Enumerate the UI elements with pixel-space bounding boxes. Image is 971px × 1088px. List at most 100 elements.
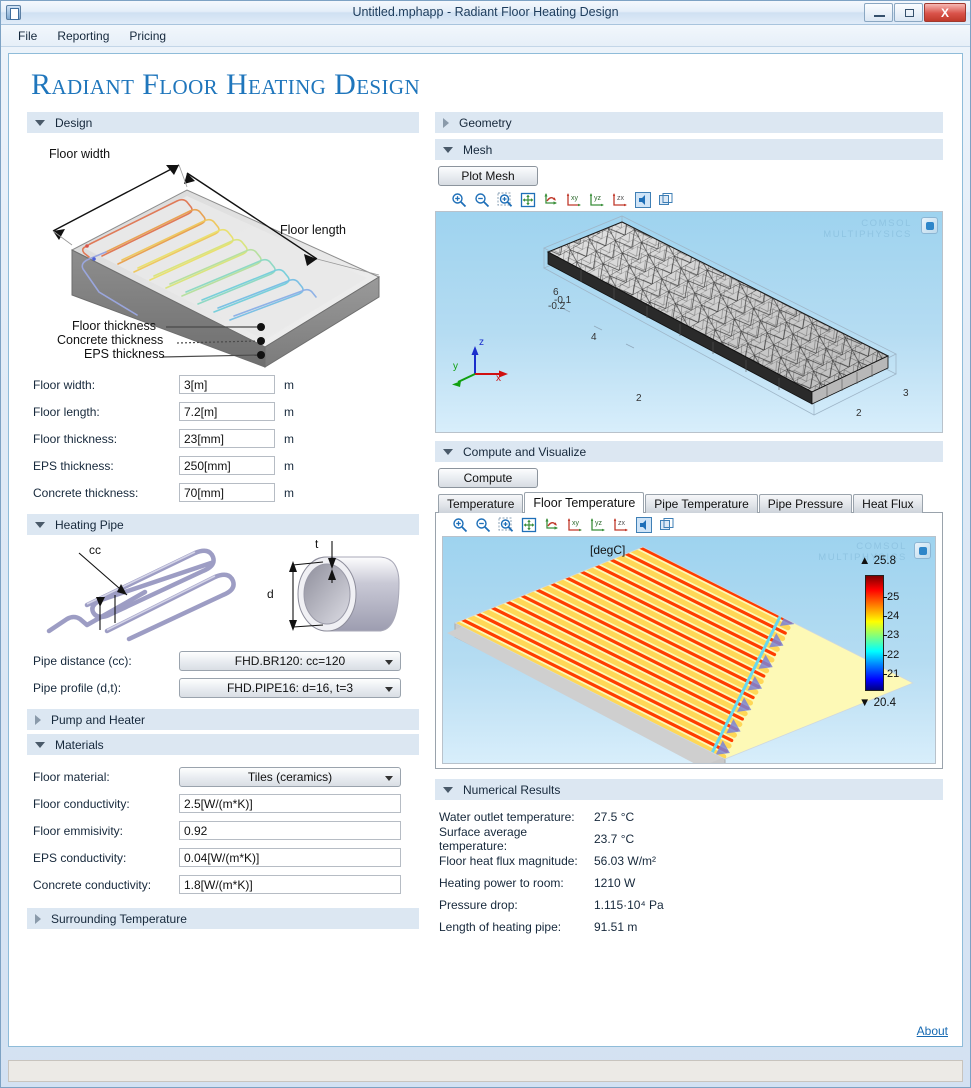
result-value: 23.7 °C bbox=[594, 832, 635, 846]
select-floor-material[interactable]: Tiles (ceramics) bbox=[179, 766, 401, 787]
legend-tick-25: 25 bbox=[882, 590, 900, 603]
result-label: Water outlet temperature: bbox=[439, 810, 575, 824]
menu-item-pricing[interactable]: Pricing bbox=[120, 27, 175, 45]
label-eps-thickness-field: EPS thickness: bbox=[33, 458, 114, 473]
mesh-plot[interactable]: z y x -0.1 -0.2 6 4 2 2 3 COMSOL MULTIPH… bbox=[435, 211, 943, 433]
scene-light-icon[interactable] bbox=[636, 517, 652, 533]
unit-concrete-thickness: m bbox=[284, 485, 294, 500]
window-title: Untitled.mphapp - Radiant Floor Heating … bbox=[352, 5, 619, 19]
zoom-box-icon[interactable] bbox=[498, 517, 514, 533]
zoom-in-icon[interactable] bbox=[452, 517, 468, 533]
floor-temperature-scene: [degC] COMSOL MULTIPHYSICS ▲ 25.8 25 24 … bbox=[443, 537, 935, 763]
field-row-floor-material: Floor material: Tiles (ceramics) bbox=[27, 763, 419, 790]
legend-max-value: ▲ 25.8 bbox=[859, 555, 896, 567]
section-header-surrounding-temperature[interactable]: Surrounding Temperature bbox=[27, 908, 419, 929]
plot-mesh-button[interactable]: Plot Mesh bbox=[438, 166, 538, 186]
input-floor-conductivity[interactable] bbox=[179, 794, 401, 813]
chevron-down-icon bbox=[443, 146, 453, 153]
input-eps-thickness[interactable] bbox=[179, 456, 275, 475]
input-floor-length[interactable] bbox=[179, 402, 275, 421]
compute-button[interactable]: Compute bbox=[438, 468, 538, 488]
input-floor-thickness[interactable] bbox=[179, 429, 275, 448]
section-title-numerical-results: Numerical Results bbox=[463, 782, 561, 797]
floor-temperature-plot[interactable]: [degC] COMSOL MULTIPHYSICS ▲ 25.8 25 24 … bbox=[442, 536, 936, 764]
view-yz-icon[interactable]: yz bbox=[590, 517, 606, 533]
unit-floor-thickness: m bbox=[284, 431, 294, 446]
orbit-icon[interactable] bbox=[543, 192, 559, 208]
label-floor-width: Floor width bbox=[49, 147, 111, 161]
section-header-compute-and-visualize[interactable]: Compute and Visualize bbox=[435, 441, 943, 462]
application-window: Untitled.mphapp - Radiant Floor Heating … bbox=[0, 0, 971, 1088]
about-link[interactable]: About bbox=[917, 1024, 948, 1038]
color-legend: ▲ 25.8 25 24 23 22 21 ▼ 20.4 bbox=[857, 555, 921, 709]
application-area: Radiant Floor Heating Design Design Floo… bbox=[1, 47, 970, 1056]
visualization-tabs: Temperature Floor Temperature Pipe Tempe… bbox=[435, 492, 943, 513]
label-eps-conductivity: EPS conductivity: bbox=[33, 850, 127, 865]
tab-pipe-pressure[interactable]: Pipe Pressure bbox=[758, 494, 853, 513]
title-bar: Untitled.mphapp - Radiant Floor Heating … bbox=[1, 1, 970, 25]
minimize-button[interactable] bbox=[864, 3, 893, 22]
restore-button[interactable] bbox=[894, 3, 923, 22]
mesh-y-tick-2: 2 bbox=[636, 393, 642, 404]
result-value: 1210 W bbox=[594, 876, 636, 890]
result-label: Heating power to room: bbox=[439, 876, 564, 890]
view-yz-icon[interactable]: yz bbox=[589, 192, 605, 208]
input-concrete-thickness[interactable] bbox=[179, 483, 275, 502]
view-xy-icon[interactable]: xy bbox=[567, 517, 583, 533]
label-eps-thickness: EPS thickness bbox=[84, 347, 165, 361]
select-pipe-distance[interactable]: FHD.BR120: cc=120 bbox=[179, 650, 401, 671]
chevron-down-icon bbox=[385, 775, 393, 781]
zoom-in-icon[interactable] bbox=[451, 192, 467, 208]
result-row-length-of-heating-pipe: Length of heating pipe: 91.51 m bbox=[435, 916, 943, 938]
section-header-mesh[interactable]: Mesh bbox=[435, 139, 943, 160]
zoom-box-icon[interactable] bbox=[497, 192, 513, 208]
result-toolbar: xy yz zx bbox=[436, 515, 942, 536]
label-pipe-profile: Pipe profile (d,t): bbox=[33, 680, 122, 695]
about-link-wrapper: About bbox=[917, 1024, 948, 1038]
tab-heat-flux[interactable]: Heat Flux bbox=[853, 494, 923, 513]
section-title-design: Design bbox=[55, 115, 93, 130]
result-row-pressure-drop: Pressure drop: 1.115·10⁴ Pa bbox=[435, 894, 943, 916]
transparency-icon[interactable] bbox=[659, 517, 675, 533]
menu-item-file[interactable]: File bbox=[9, 27, 46, 45]
zoom-extents-icon[interactable] bbox=[520, 192, 536, 208]
field-row-eps-conductivity: EPS conductivity: bbox=[27, 844, 419, 871]
zoom-extents-icon[interactable] bbox=[521, 517, 537, 533]
view-xy-icon[interactable]: xy bbox=[566, 192, 582, 208]
section-title-mesh: Mesh bbox=[463, 142, 493, 157]
heating-pipe-diagram: cc d t bbox=[27, 535, 419, 647]
label-floor-material: Floor material: bbox=[33, 769, 110, 784]
input-concrete-conductivity[interactable] bbox=[179, 875, 401, 894]
zoom-out-icon[interactable] bbox=[475, 517, 491, 533]
section-header-numerical-results[interactable]: Numerical Results bbox=[435, 779, 943, 800]
section-header-pump-and-heater[interactable]: Pump and Heater bbox=[27, 709, 419, 730]
view-zx-icon[interactable]: zx bbox=[612, 192, 628, 208]
label-concrete-thickness: Concrete thickness bbox=[57, 333, 164, 347]
select-pipe-profile-value: FHD.PIPE16: d=16, t=3 bbox=[226, 680, 354, 695]
section-header-heating-pipe[interactable]: Heating Pipe bbox=[27, 514, 419, 535]
transparency-icon[interactable] bbox=[658, 192, 674, 208]
orbit-icon[interactable] bbox=[544, 517, 560, 533]
input-floor-emmisivity[interactable] bbox=[179, 821, 401, 840]
section-header-materials[interactable]: Materials bbox=[27, 734, 419, 755]
close-button[interactable]: X bbox=[924, 3, 966, 22]
input-floor-width[interactable] bbox=[179, 375, 275, 394]
zoom-out-icon[interactable] bbox=[474, 192, 490, 208]
chevron-down-icon bbox=[385, 686, 393, 692]
label-floor-length-field: Floor length: bbox=[33, 404, 100, 419]
label-t: t bbox=[315, 537, 319, 551]
select-pipe-profile[interactable]: FHD.PIPE16: d=16, t=3 bbox=[179, 677, 401, 698]
section-title-pump-and-heater: Pump and Heater bbox=[51, 712, 146, 727]
view-zx-icon[interactable]: zx bbox=[613, 517, 629, 533]
scene-light-icon[interactable] bbox=[635, 192, 651, 208]
field-row-floor-length: Floor length: m bbox=[27, 398, 419, 425]
menu-item-reporting[interactable]: Reporting bbox=[48, 27, 118, 45]
tab-temperature[interactable]: Temperature bbox=[438, 494, 524, 513]
section-header-design[interactable]: Design bbox=[27, 112, 419, 133]
tab-pipe-temperature[interactable]: Pipe Temperature bbox=[645, 494, 758, 513]
chevron-right-icon bbox=[443, 117, 449, 128]
input-eps-conductivity[interactable] bbox=[179, 848, 401, 867]
legend-tick-23: 23 bbox=[882, 629, 900, 642]
tab-floor-temperature[interactable]: Floor Temperature bbox=[524, 492, 645, 513]
section-header-geometry[interactable]: Geometry bbox=[435, 112, 943, 133]
